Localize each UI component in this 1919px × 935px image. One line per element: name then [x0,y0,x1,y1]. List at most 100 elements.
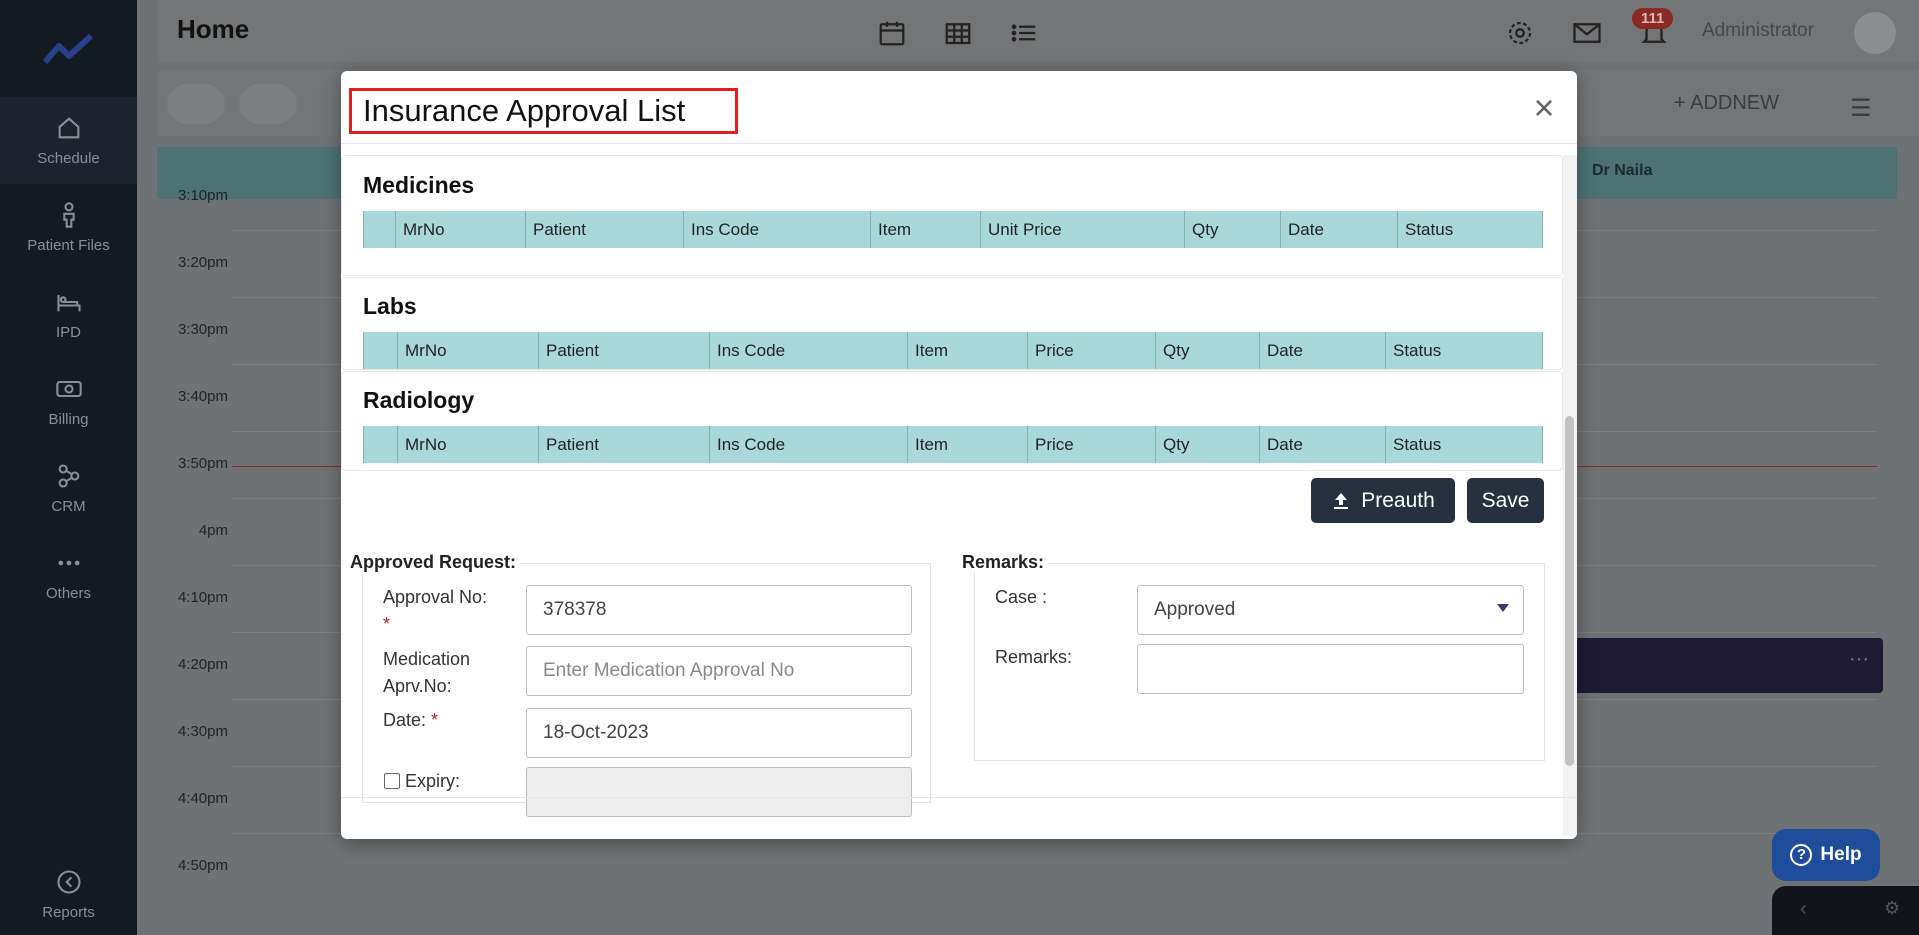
time-slot: 4:10pm [177,589,228,606]
sidebar-item-schedule[interactable]: Schedule [0,97,137,184]
labs-table-header: MrNo Patient Ins Code Item Price Qty Dat… [363,332,1543,369]
divider [341,797,1577,798]
modal-title: Insurance Approval List [349,88,738,134]
list-view-button[interactable] [167,84,225,124]
sidebar-item-label: Patient Files [27,237,110,254]
table-icon[interactable] [943,18,973,48]
column-header[interactable]: Patient [539,426,710,463]
chevron-down-icon [1497,604,1509,612]
column-header[interactable]: Ins Code [684,211,871,248]
column-header [364,426,398,463]
calendar-view-button[interactable] [239,84,297,124]
chevron-left-icon[interactable]: ‹ [1800,898,1807,921]
page-title: Home [177,14,250,44]
app-logo[interactable] [0,0,137,97]
column-header[interactable]: Ins Code [710,426,908,463]
add-new-button[interactable]: + ADDNEW [1674,92,1779,115]
medication-approval-label: Medication Aprv.No: [383,649,471,696]
remarks-label: Remarks: [995,647,1073,667]
expiry-checkbox[interactable] [384,773,400,789]
column-header[interactable]: Qty [1156,332,1260,369]
sidebar-item-ipd[interactable]: IPD [0,271,137,358]
help-icon: ? [1790,844,1813,866]
time-slot: 4:40pm [177,790,228,807]
time-slot: 3:40pm [177,388,228,405]
time-slot: 4:30pm [177,723,228,740]
column-header[interactable]: Item [908,332,1028,369]
approval-no-label: Approval No: * [383,587,488,634]
date-input[interactable]: 18-Oct-2023 [526,708,912,758]
sidebar-item-label: IPD [55,324,81,341]
home-icon [58,117,79,139]
medicines-section: Medicines MrNo Patient Ins Code Item Uni… [341,155,1563,276]
column-header[interactable]: MrNo [396,211,526,248]
sidebar: Schedule Patient Files IPD Billing CRM O… [0,0,137,935]
column-header[interactable]: Date [1260,332,1386,369]
dots-icon [58,560,79,566]
expiry-label: Expiry: [405,771,461,791]
plus-icon: + [1674,92,1691,114]
help-button[interactable]: ? Help [1772,829,1880,881]
sidebar-item-label: Schedule [37,150,100,167]
sidebar-item-label: Others [45,585,91,602]
column-header[interactable]: MrNo [398,332,539,369]
remarks-input[interactable] [1137,644,1524,694]
column-header[interactable]: Qty [1156,426,1260,463]
sidebar-item-reports[interactable]: Reports [0,853,137,935]
sidebar-item-label: CRM [51,498,86,515]
menu-icon[interactable]: ☰ [1850,94,1872,123]
cash-icon [55,380,82,398]
sidebar-item-crm[interactable]: CRM [0,445,137,532]
section-title: Radiology [363,387,475,413]
column-header[interactable]: Price [1028,426,1156,463]
scrollbar-thumb[interactable] [1565,416,1574,766]
expiry-input [526,767,912,817]
column-header[interactable]: Patient [539,332,710,369]
sidebar-item-others[interactable]: Others [0,532,137,619]
column-header[interactable]: Status [1398,211,1542,248]
appointment-block[interactable]: ··· [1567,638,1883,693]
approval-no-input[interactable]: 378378 [526,585,912,635]
divider [341,143,1577,144]
column-header[interactable]: MrNo [398,426,539,463]
sidebar-item-label: Reports [42,903,95,921]
column-header[interactable]: Date [1260,426,1386,463]
column-header[interactable]: Qty [1185,211,1281,248]
time-slot: 4pm [198,522,228,539]
preauth-button[interactable]: Preauth [1311,478,1455,523]
network-icon [58,464,79,488]
list-icon[interactable] [1009,18,1039,48]
save-button[interactable]: Save [1467,478,1544,523]
bed-icon [56,295,81,312]
time-slot: 4:20pm [177,656,228,673]
radiology-section: Radiology MrNo Patient Ins Code Item Pri… [341,371,1563,471]
more-icon[interactable]: ··· [1849,648,1869,671]
time-slot: 3:20pm [177,254,228,271]
reports-icon [56,869,81,894]
user-name[interactable]: Administrator [1702,20,1814,42]
add-new-label: ADDNEW [1690,92,1780,114]
column-header[interactable]: Patient [526,211,684,248]
gear-icon[interactable]: ⚙ [1884,898,1900,919]
mail-icon[interactable] [1572,18,1602,48]
gear-icon[interactable] [1505,18,1535,48]
column-header[interactable]: Item [908,426,1028,463]
sidebar-item-billing[interactable]: Billing [0,358,137,445]
avatar[interactable] [1854,12,1896,54]
column-header[interactable]: Date [1281,211,1398,248]
notification-badge: 111 [1632,8,1674,29]
column-header[interactable]: Price [1028,332,1156,369]
calendar-icon[interactable] [877,18,907,48]
close-icon[interactable]: × [1528,90,1560,126]
sidebar-item-patient-files[interactable]: Patient Files [0,184,137,271]
medicines-table-header: MrNo Patient Ins Code Item Unit Price Qt… [363,211,1543,248]
case-select[interactable]: Approved [1137,585,1524,635]
column-header[interactable]: Unit Price [981,211,1185,248]
column-header[interactable]: Status [1386,426,1542,463]
column-header[interactable]: Status [1386,332,1542,369]
column-header[interactable]: Item [871,211,981,248]
column-header [364,332,398,369]
medication-approval-input[interactable]: Enter Medication Approval No [526,646,912,696]
column-header[interactable]: Ins Code [710,332,908,369]
time-slot: 3:30pm [177,321,228,338]
